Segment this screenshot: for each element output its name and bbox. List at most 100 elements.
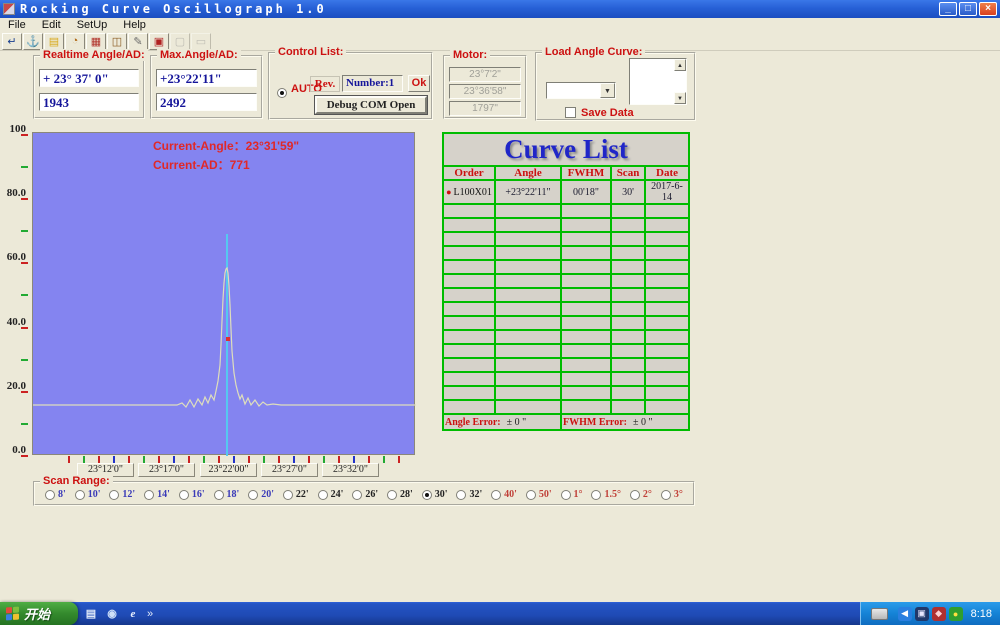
auto-radio[interactable] [277, 88, 287, 98]
x-tick-mark [113, 456, 115, 463]
film-icon[interactable]: ◫ [107, 33, 127, 50]
folder-open-icon[interactable]: ▤ [44, 33, 64, 50]
scan-radio[interactable] [109, 490, 119, 500]
scan-radio[interactable] [45, 490, 55, 500]
scan-radio[interactable] [491, 490, 501, 500]
scan-option-3[interactable]: 3° [661, 489, 683, 500]
security-icon[interactable]: ◆ [932, 607, 946, 621]
scan-option-30[interactable]: 30' [422, 489, 448, 500]
scan-radio[interactable] [352, 490, 362, 500]
anchor-icon[interactable]: ⚓ [23, 33, 43, 50]
internet-explorer-icon[interactable]: e [125, 606, 141, 622]
scan-radio[interactable] [144, 490, 154, 500]
curve-list-empty-row[interactable] [443, 204, 689, 218]
scan-radio[interactable] [456, 490, 466, 500]
curve-list-empty-row[interactable] [443, 218, 689, 232]
scan-option-14[interactable]: 14' [144, 489, 170, 500]
quick-launch-overflow-chevron[interactable]: » [147, 608, 153, 620]
scan-radio[interactable] [661, 490, 671, 500]
tray-clock[interactable]: 8:18 [971, 608, 992, 620]
display-icon[interactable]: ▣ [915, 607, 929, 621]
scan-radio[interactable] [75, 490, 85, 500]
scan-option-10[interactable]: 10' [75, 489, 101, 500]
language-keyboard-icon[interactable] [871, 608, 888, 620]
number-field[interactable]: Number:1 [342, 75, 403, 92]
menu-item-edit[interactable]: Edit [34, 19, 69, 31]
back-arrow-icon[interactable]: ◀ [898, 607, 912, 621]
close-button[interactable]: × [979, 2, 997, 16]
scan-option-16[interactable]: 16' [179, 489, 205, 500]
scan-option-32[interactable]: 32' [456, 489, 482, 500]
menu-item-help[interactable]: Help [115, 19, 154, 31]
max-ad-field[interactable]: 2492 [156, 93, 257, 111]
scan-radio[interactable] [283, 490, 293, 500]
scan-option-label: 28' [400, 489, 413, 500]
scan-option-1[interactable]: 1° [561, 489, 583, 500]
scan-option-24[interactable]: 24' [318, 489, 344, 500]
scan-radio[interactable] [630, 490, 640, 500]
curve-list-empty-row[interactable] [443, 330, 689, 344]
menu-item-setup[interactable]: SetUp [69, 19, 116, 31]
curve-listbox[interactable]: ▲ ▼ [629, 58, 687, 105]
scan-option-22[interactable]: 22' [283, 489, 309, 500]
scan-radio[interactable] [422, 490, 432, 500]
scroll-down-icon[interactable]: ▼ [674, 92, 686, 104]
save-data-checkbox[interactable] [565, 107, 576, 118]
curve-list-empty-row[interactable] [443, 316, 689, 330]
scan-option-50[interactable]: 50' [526, 489, 552, 500]
curve-list-empty-row[interactable] [443, 372, 689, 386]
scroll-up-icon[interactable]: ▲ [674, 59, 686, 71]
show-desktop-icon[interactable]: ▤ [83, 606, 99, 622]
start-button[interactable]: 开始 [0, 602, 78, 625]
scan-option-12[interactable]: 12' [109, 489, 135, 500]
angle-curve-combobox[interactable]: ▼ [546, 82, 616, 99]
maximize-button[interactable]: □ [959, 2, 977, 16]
curve-list-empty-row[interactable] [443, 358, 689, 372]
curve-list-empty-row[interactable] [443, 274, 689, 288]
curve-list-empty-row[interactable] [443, 344, 689, 358]
scan-radio[interactable] [526, 490, 536, 500]
x-tick-mark [308, 456, 310, 463]
scan-option-18[interactable]: 18' [214, 489, 240, 500]
curve-list-empty-row[interactable] [443, 386, 689, 400]
curve-list-empty-row[interactable] [443, 246, 689, 260]
scan-radio[interactable] [318, 490, 328, 500]
messenger-icon[interactable]: ◉ [104, 606, 120, 622]
scan-radio[interactable] [561, 490, 571, 500]
curve-list-empty-row[interactable] [443, 232, 689, 246]
realtime-angle-field[interactable]: + 23° 37' 0" [39, 69, 139, 87]
ok-button[interactable]: Ok [408, 75, 430, 92]
pen-icon[interactable]: ✎ [128, 33, 148, 50]
oscillograph-plot[interactable]: Current-Angle：23°31'59" Current-AD：771 [32, 132, 415, 455]
scan-radio[interactable] [387, 490, 397, 500]
scan-option-40[interactable]: 40' [491, 489, 517, 500]
scan-option-20[interactable]: 20' [248, 489, 274, 500]
scan-radio[interactable] [214, 490, 224, 500]
max-angle-field[interactable]: +23°22'11" [156, 69, 257, 87]
curve-list-empty-row[interactable] [443, 260, 689, 274]
truck-icon[interactable]: ▣ [149, 33, 169, 50]
curve-list-empty-row[interactable] [443, 302, 689, 316]
combobox-dropdown-icon[interactable]: ▼ [600, 83, 615, 98]
realtime-ad-field[interactable]: 1943 [39, 93, 139, 111]
menu-item-file[interactable]: File [0, 19, 34, 31]
scan-option-26[interactable]: 26' [352, 489, 378, 500]
scan-option-8[interactable]: 8' [45, 489, 66, 500]
history-clock-icon[interactable]: ◔ [65, 33, 85, 50]
cell-angle: +23°22'11" [495, 180, 561, 204]
scan-option-1.5[interactable]: 1.5° [591, 489, 621, 500]
scan-radio[interactable] [179, 490, 189, 500]
curve-list-data-row[interactable]: ●L100X01+23°22'11"00'18"30'2017-6-14 [443, 180, 689, 204]
scan-radio[interactable] [591, 490, 601, 500]
curve-list-empty-row[interactable] [443, 288, 689, 302]
exit-icon[interactable]: ↵ [2, 33, 22, 50]
minimize-button[interactable]: _ [939, 2, 957, 16]
scan-radio[interactable] [248, 490, 258, 500]
antivirus-icon[interactable]: ● [949, 607, 963, 621]
curve-list-empty-row[interactable] [443, 400, 689, 414]
debug-com-open-button[interactable]: Debug COM Open [315, 96, 427, 114]
scan-option-label: 16' [192, 489, 205, 500]
scan-option-2[interactable]: 2° [630, 489, 652, 500]
device-icon[interactable]: ▦ [86, 33, 106, 50]
scan-option-28[interactable]: 28' [387, 489, 413, 500]
